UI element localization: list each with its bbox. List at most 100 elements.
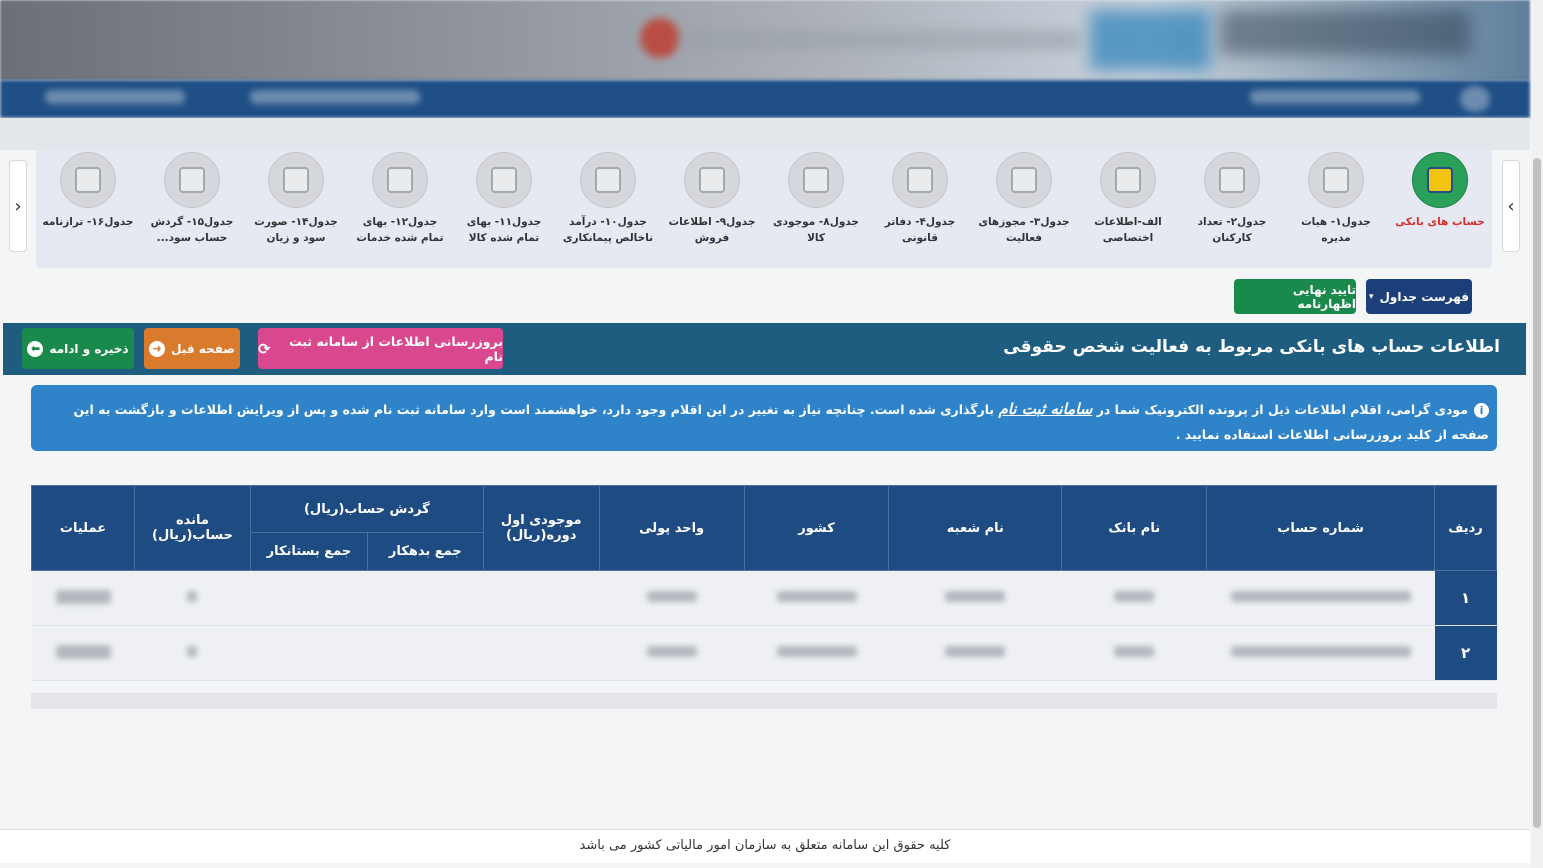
carousel-next-button[interactable]: › [1502,160,1520,252]
bank-icon [1412,152,1468,208]
tab-label: جدول۱۰- درآمد ناخالص پیمانکاری [562,216,654,244]
sales-icon [684,152,740,208]
tab-label: جدول۱۶- ترازنامه [42,216,134,228]
tab-table-8[interactable]: جدول۸- موجودی کالا [766,150,866,246]
tab-label: جدول۸- موجودی کالا [773,216,859,244]
balance-sheet-icon [60,152,116,208]
registration-system-link[interactable]: سامانه ثبت نام [998,400,1092,418]
currency-cell [599,625,745,681]
logo-icon [640,18,680,58]
account-number-cell [1206,570,1435,626]
tab-special-info[interactable]: الف-اطلاعات اختصاصی [1078,150,1178,246]
service-cost-icon [372,152,428,208]
tables-list-label: فهرست جداول [1379,289,1470,304]
row-number: ۱ [1434,570,1497,626]
tab-table-10[interactable]: جدول۱۰- درآمد ناخالص پیمانکاری [558,150,658,246]
contract-icon [580,152,636,208]
staff-icon [1204,152,1260,208]
sub-strip [0,118,1530,150]
tab-label: جدول۱۴- صورت سود و زیان [254,216,338,244]
table-footer-strip [31,693,1497,709]
account-number-cell [1206,625,1435,681]
copyright-text: کلیه حقوق این سامانه متعلق به سازمان امو… [579,838,951,853]
final-confirm-label: تایید نهایی اظهارنامه [1292,282,1356,311]
previous-page-button[interactable]: صفحه قبل ➜ [144,328,240,369]
carousel-prev-button[interactable]: ‹ [9,160,27,252]
tab-label: جدول۳- مجوزهای فعالیت [978,216,1070,244]
opening-balance-cell [483,625,600,681]
operations-cell[interactable] [31,625,135,681]
footer: کلیه حقوق این سامانه متعلق به سازمان امو… [0,829,1530,863]
col-branch-name: نام شعبه [888,485,1063,571]
top-nav-bar[interactable] [0,80,1530,118]
tab-table-15[interactable]: جدول۱۵- گردش حساب سود... [142,150,242,246]
debit-total-cell [367,625,484,681]
tab-table-3[interactable]: جدول۳- مجوزهای فعالیت [974,150,1074,246]
tab-table-12[interactable]: جدول۱۲- بهای تمام شده خدمات [350,150,450,246]
refresh-icon: ⟳ [258,339,271,358]
board-icon [1308,152,1364,208]
books-icon [892,152,948,208]
col-country: کشور [743,485,890,571]
tab-table-14[interactable]: جدول۱۴- صورت سود و زیان [246,150,346,246]
tab-label: جدول۹- اطلاعات فروش [668,216,756,244]
scrollbar-thumb[interactable] [1533,158,1541,828]
tab-label: جدول۱۲- بهای تمام شده خدمات [356,216,444,244]
col-operations: عملیات [30,485,136,571]
opening-balance-cell [483,570,600,626]
tab-table-4[interactable]: جدول۴- دفاتر قانونی [870,150,970,246]
refresh-label: بروزرسانی اطلاعات از سامانه ثبت نام [289,333,503,364]
row-number: ۲ [1434,625,1497,681]
col-balance: مانده حساب(ریال) [134,485,251,571]
document-money-icon [1100,152,1156,208]
branch-name-cell [888,625,1062,681]
save-continue-label: ذخیره و ادامه [49,341,129,356]
branch-name-cell [888,570,1062,626]
arrow-right-icon: ➜ [149,340,166,357]
balance-cell [134,570,251,626]
tab-table-2[interactable]: جدول۲- تعداد کارکنان [1182,150,1282,246]
col-opening-balance: موجودی اول دوره(ریال) [482,485,600,571]
balance-cell [134,625,251,681]
scale-icon [268,152,324,208]
tab-table-11[interactable]: جدول۱۱- بهای تمام شده کالا [454,150,554,246]
credit-total-cell [250,625,368,681]
calculator-icon [476,152,532,208]
page: ‹ › حساب های بانکی جدول۱- هیات مدیره جدو… [0,0,1543,868]
tab-label: حساب های بانکی [1395,216,1485,228]
tab-label: جدول۱۵- گردش حساب سود... [150,216,234,244]
info-alert: i مودی گرامی، اقلام اطلاعات ذیل از پرونده… [31,385,1497,451]
arrow-left-icon: ⬅ [27,340,44,357]
country-cell [744,570,889,626]
bank-name-cell [1061,570,1207,626]
tab-table-16[interactable]: جدول۱۶- ترازنامه [38,150,138,230]
alert-text-before: مودی گرامی، اقلام اطلاعات ذیل از پرونده … [1096,402,1468,417]
site-banner [0,0,1530,80]
col-debit-total: جمع بدهکار [366,532,484,571]
tab-label: جدول۱۱- بهای تمام شده کالا [466,216,542,244]
refresh-from-registration-button[interactable]: بروزرسانی اطلاعات از سامانه ثبت نام ⟳ [258,328,503,369]
tab-label: جدول۴- دفاتر قانونی [884,216,956,244]
col-bank-name: نام بانک [1061,485,1208,571]
tab-label: جدول۱- هیات مدیره [1301,216,1371,244]
currency-cell [599,570,745,626]
tab-table-1[interactable]: جدول۱- هیات مدیره [1286,150,1386,246]
profit-flow-icon [164,152,220,208]
save-continue-button[interactable]: ذخیره و ادامه ⬅ [22,328,134,369]
tab-table-9[interactable]: جدول۹- اطلاعات فروش [662,150,762,246]
country-cell [744,625,889,681]
caret-down-icon: ▾ [1368,291,1374,302]
tables-list-dropdown[interactable]: فهرست جداول ▾ [1366,279,1472,314]
col-credit-total: جمع بستانکار [249,532,368,571]
bank-name-cell [1061,625,1207,681]
col-currency: واحد پولی [598,485,745,571]
previous-page-label: صفحه قبل [171,341,235,356]
tab-bank-accounts[interactable]: حساب های بانکی [1390,150,1490,230]
operations-cell[interactable] [31,570,135,626]
info-icon: i [1474,403,1489,418]
final-confirm-button[interactable]: تایید نهایی اظهارنامه [1234,279,1356,314]
tab-label: الف-اطلاعات اختصاصی [1094,216,1162,244]
page-title: اطلاعات حساب های بانکی مربوط به فعالیت ش… [1003,337,1500,357]
table-row: ۱ [31,570,1497,626]
license-icon [996,152,1052,208]
